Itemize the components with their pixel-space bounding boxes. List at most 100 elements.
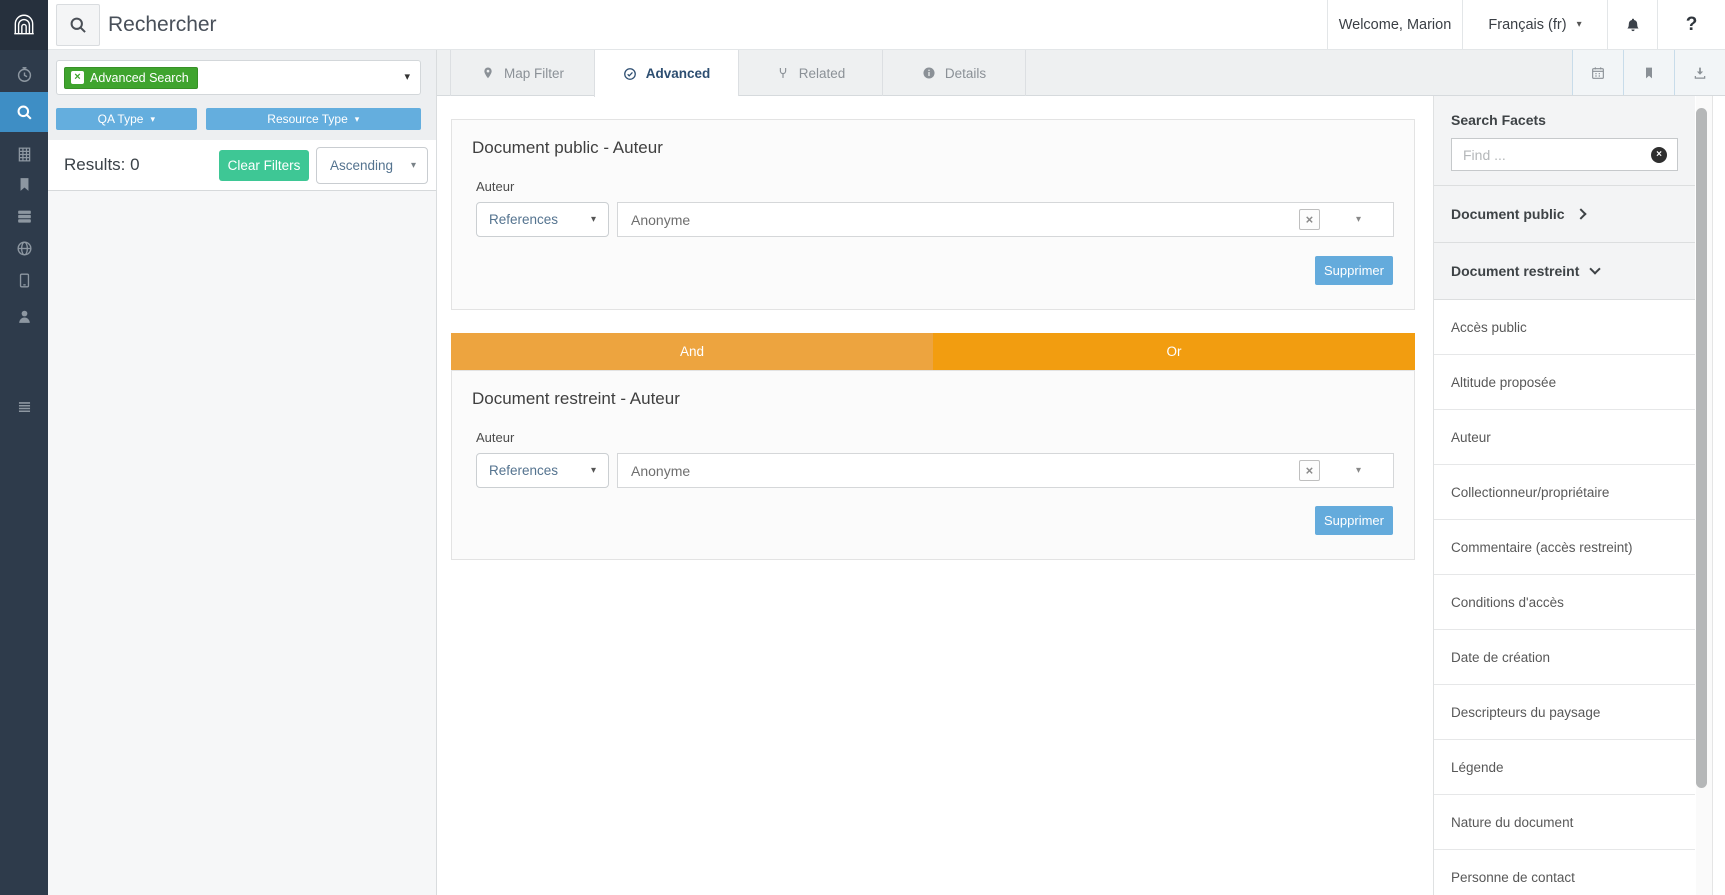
globe-icon[interactable] (0, 234, 48, 262)
question-mark-icon: ? (1686, 14, 1698, 36)
facets-scrollbar-track (1696, 96, 1712, 895)
clear-value-icon[interactable]: × (1299, 209, 1320, 230)
app-sidebar (0, 0, 48, 895)
field-label: Auteur (476, 179, 1394, 194)
value-select[interactable]: Anonyme × ▾ (617, 453, 1394, 488)
value-label: Anonyme (631, 212, 1299, 228)
language-selector[interactable]: Français (fr) ▾ (1462, 0, 1607, 50)
sort-order-label: Ascending (330, 158, 393, 173)
search-filter-panel: × Advanced Search ▾ QA Type ▾ Resource T… (48, 50, 437, 895)
clear-circle-icon[interactable]: × (1651, 147, 1667, 163)
field-label: Auteur (476, 430, 1394, 445)
type-filter-row: QA Type ▾ Resource Type ▾ (56, 108, 421, 130)
tabs: Map Filter Advanced Related Details (450, 50, 1026, 96)
advanced-search-chip-label: Advanced Search (90, 71, 189, 85)
clear-filters-button[interactable]: Clear Filters (219, 150, 309, 181)
delete-filter-button[interactable]: Supprimer (1315, 506, 1393, 535)
advanced-search-content: Document public - Auteur Auteur Referenc… (437, 96, 1433, 895)
language-label: Français (fr) (1488, 17, 1566, 33)
value-select[interactable]: Anonyme × ▾ (617, 202, 1394, 237)
tab-details[interactable]: Details (882, 50, 1026, 96)
global-search-input[interactable] (108, 13, 1327, 37)
facet-item[interactable]: Personne de contact (1434, 850, 1695, 895)
notifications-button[interactable] (1607, 0, 1657, 50)
download-button[interactable] (1674, 50, 1725, 96)
search-icon[interactable] (0, 92, 48, 132)
facet-group-document-public[interactable]: Document public (1434, 186, 1695, 243)
facet-item[interactable]: Collectionneur/propriétaire (1434, 465, 1695, 520)
facet-find-input[interactable] (1463, 147, 1651, 163)
and-or-toggle: And Or (451, 333, 1415, 370)
chevron-down-icon: ▾ (591, 466, 596, 476)
recent-icon[interactable] (0, 60, 48, 88)
tab-label: Related (799, 66, 846, 81)
tablet-icon[interactable] (0, 266, 48, 294)
check-circle-icon (623, 67, 637, 81)
library-icon[interactable] (0, 140, 48, 168)
facet-item[interactable]: Commentaire (accès restreint) (1434, 520, 1695, 575)
tab-label: Advanced (646, 66, 711, 81)
chevron-down-icon: ▾ (150, 115, 155, 124)
calendar-button[interactable] (1572, 50, 1623, 96)
value-label: Anonyme (631, 463, 1299, 479)
menu-icon[interactable] (0, 392, 48, 420)
remove-filter-icon[interactable]: × (71, 71, 84, 84)
chevron-down-icon: ▾ (355, 115, 360, 124)
facet-group-label: Document public (1451, 206, 1565, 222)
tab-advanced[interactable]: Advanced (594, 50, 738, 97)
and-toggle[interactable]: And (451, 333, 933, 370)
tab-map-filter[interactable]: Map Filter (450, 50, 594, 96)
resource-type-button[interactable]: Resource Type ▾ (206, 108, 421, 130)
facet-item[interactable]: Accès public (1434, 300, 1695, 355)
user-icon[interactable] (0, 302, 48, 330)
chevron-down-icon: ▾ (404, 72, 410, 83)
sort-order-select[interactable]: Ascending ▾ (316, 147, 428, 184)
facets-scrollbar-thumb[interactable] (1696, 108, 1707, 788)
operator-select[interactable]: References ▾ (476, 453, 609, 488)
bookmark-icon (1641, 65, 1657, 81)
active-filters-select[interactable]: × Advanced Search ▾ (56, 60, 421, 95)
chevron-down-icon: ▾ (411, 161, 416, 171)
app-window: Welcome, Marion Français (fr) ▾ ? × Adva… (0, 0, 1725, 895)
tab-label: Map Filter (504, 66, 564, 81)
topbar: Welcome, Marion Français (fr) ▾ ? (48, 0, 1725, 50)
facet-group-document-restreint[interactable]: Document restreint (1434, 243, 1695, 300)
or-toggle[interactable]: Or (933, 333, 1415, 370)
facet-item[interactable]: Légende (1434, 740, 1695, 795)
bell-icon (1624, 16, 1642, 34)
qa-type-button[interactable]: QA Type ▾ (56, 108, 197, 130)
facet-item[interactable]: Auteur (1434, 410, 1695, 465)
facet-item[interactable]: Nature du document (1434, 795, 1695, 850)
facet-item[interactable]: Descripteurs du paysage (1434, 685, 1695, 740)
calendar-icon (1590, 65, 1606, 81)
advanced-search-chip: × Advanced Search (64, 67, 198, 89)
results-bar: Results: 0 Clear Filters Ascending ▾ (48, 140, 436, 191)
delete-filter-button[interactable]: Supprimer (1315, 256, 1393, 285)
section-title: Document restreint - Auteur (472, 389, 1394, 409)
facets-header: Search Facets × (1434, 96, 1695, 186)
facet-item[interactable]: Altitude proposée (1434, 355, 1695, 410)
facet-item[interactable]: Conditions d'accès (1434, 575, 1695, 630)
operator-select[interactable]: References ▾ (476, 202, 609, 237)
search-submit-button[interactable] (56, 4, 100, 46)
right-gutter (1712, 96, 1725, 895)
facet-item[interactable]: Date de création (1434, 630, 1695, 685)
search-facets-panel: Search Facets × Document public Document… (1433, 96, 1695, 895)
section-title: Document public - Auteur (472, 138, 1394, 158)
field-row: References ▾ Anonyme × ▾ (476, 202, 1394, 237)
bookmark-icon[interactable] (0, 170, 48, 198)
operator-label: References (489, 463, 558, 478)
download-icon (1692, 65, 1708, 81)
arches-logo[interactable] (0, 0, 48, 50)
stack-icon[interactable] (0, 202, 48, 230)
bookmark-button[interactable] (1623, 50, 1674, 96)
facet-find-box: × (1451, 138, 1678, 171)
map-pin-icon (481, 66, 495, 80)
help-button[interactable]: ? (1657, 0, 1725, 50)
clear-value-icon[interactable]: × (1299, 460, 1320, 481)
field-row: References ▾ Anonyme × ▾ (476, 453, 1394, 488)
branch-icon (776, 66, 790, 80)
chevron-right-icon (1575, 208, 1586, 219)
welcome-user[interactable]: Welcome, Marion (1327, 0, 1462, 50)
tab-related[interactable]: Related (738, 50, 882, 96)
